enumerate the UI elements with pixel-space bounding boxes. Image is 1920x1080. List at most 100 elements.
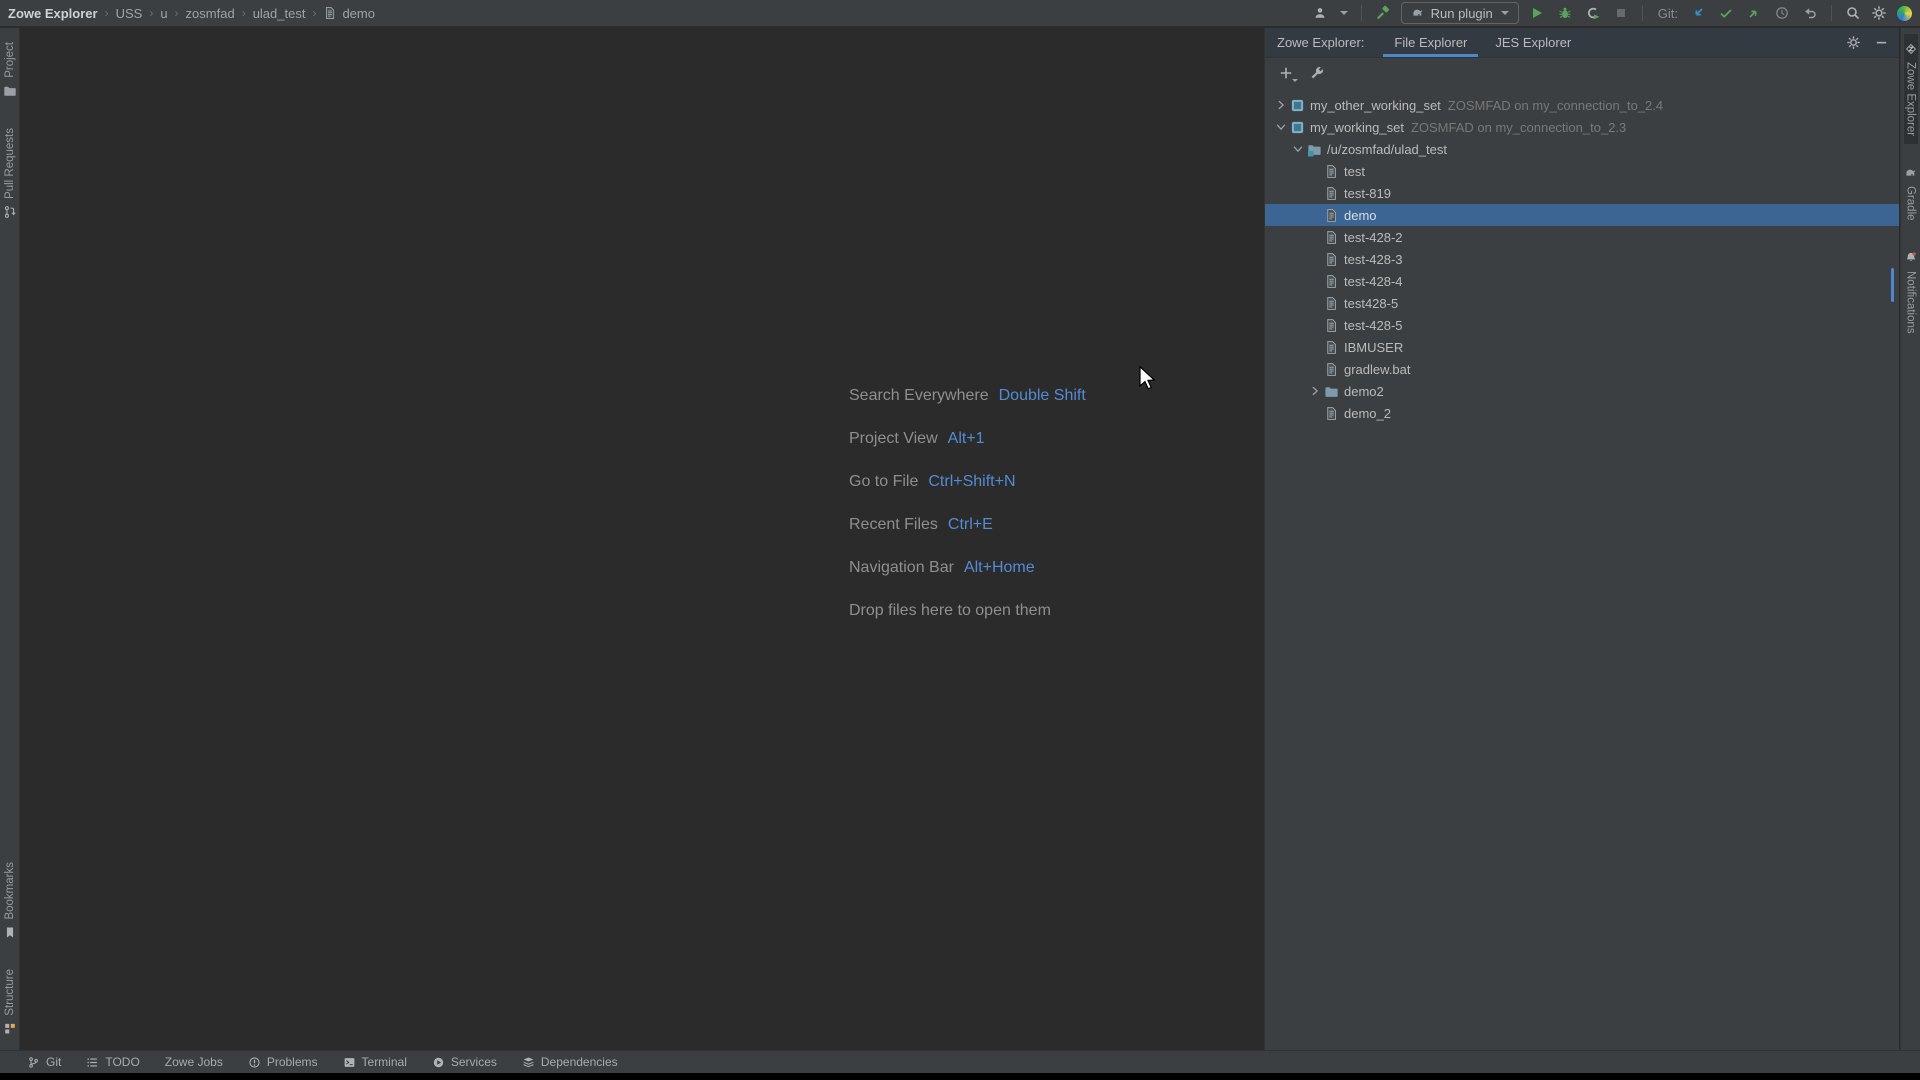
tool-window-button-zowe-explorer[interactable]: Zowe Explorer xyxy=(1904,34,1918,144)
tree-item-label: IBMUSER xyxy=(1344,340,1403,355)
add-button[interactable] xyxy=(1278,65,1294,81)
git-branch-icon xyxy=(27,1056,40,1069)
chevron-spacer xyxy=(1307,339,1323,355)
breadcrumb-item[interactable]: demo xyxy=(342,6,375,21)
status-bar-item-dependencies[interactable]: Dependencies xyxy=(522,1055,618,1069)
tool-window-button-structure[interactable]: Structure xyxy=(3,961,17,1044)
debug-icon[interactable] xyxy=(1557,5,1573,21)
panel-hide-icon[interactable] xyxy=(1874,35,1889,50)
tree-item-test[interactable]: test xyxy=(1265,160,1899,182)
git-icon-group xyxy=(1690,5,1818,21)
tree-item-label: test-428-5 xyxy=(1344,318,1403,333)
problems-icon xyxy=(248,1056,261,1069)
chevron-down-icon[interactable] xyxy=(1273,119,1289,135)
breadcrumb-item[interactable]: USS xyxy=(116,6,143,21)
user-dropdown-caret[interactable] xyxy=(1340,11,1348,15)
tree-item-label: test-428-3 xyxy=(1344,252,1403,267)
tool-window-label: Zowe Explorer xyxy=(1905,62,1917,136)
tree-item-test428-5[interactable]: test428-5 xyxy=(1265,292,1899,314)
build-hammer-icon[interactable] xyxy=(1375,5,1391,21)
chevron-down-icon[interactable] xyxy=(1290,141,1306,157)
tree-item-test-428-5[interactable]: test-428-5 xyxy=(1265,314,1899,336)
tree-item-label: demo xyxy=(1344,208,1377,223)
run-with-coverage-icon[interactable] xyxy=(1585,5,1601,21)
tree-item-label: test-428-2 xyxy=(1344,230,1403,245)
toolbar-divider xyxy=(1831,5,1832,21)
status-item-label: Dependencies xyxy=(541,1055,618,1069)
history-icon[interactable] xyxy=(1774,5,1790,21)
tree-item-my_other_working_set[interactable]: my_other_working_setZOSMFAD on my_connec… xyxy=(1265,94,1899,116)
chevron-right-icon[interactable] xyxy=(1307,383,1323,399)
rollback-icon[interactable] xyxy=(1802,5,1818,21)
tree-item-test-428-4[interactable]: test-428-4 xyxy=(1265,270,1899,292)
chevron-down-icon xyxy=(1501,11,1509,15)
status-bar-item-services[interactable]: Services xyxy=(432,1055,497,1069)
tree-item-label: demo_2 xyxy=(1344,406,1391,421)
run-configuration-label: Run plugin xyxy=(1431,6,1493,21)
tree-item-test-428-3[interactable]: test-428-3 xyxy=(1265,248,1899,270)
file-icon xyxy=(1323,251,1339,267)
tree-item-IBMUSER[interactable]: IBMUSER xyxy=(1265,336,1899,358)
breadcrumb-separator: › xyxy=(242,6,246,20)
tree-item-demo2[interactable]: demo2 xyxy=(1265,380,1899,402)
breadcrumb-item[interactable]: zosmfad xyxy=(186,6,235,21)
search-icon[interactable] xyxy=(1845,5,1861,21)
pull-request-icon xyxy=(3,205,17,219)
file-icon xyxy=(1323,361,1339,377)
tree-item--u-zosmfad-ulad_test[interactable]: /u/zosmfad/ulad_test xyxy=(1265,138,1899,160)
tree-item-test-428-2[interactable]: test-428-2 xyxy=(1265,226,1899,248)
tree-item-my_working_set[interactable]: my_working_setZOSMFAD on my_connection_t… xyxy=(1265,116,1899,138)
settings-gear-icon[interactable] xyxy=(1871,5,1887,21)
folder-root-icon xyxy=(1306,141,1322,157)
tool-window-button-pull-requests[interactable]: Pull Requests xyxy=(3,120,17,227)
gradle-elephant-icon xyxy=(1904,166,1918,180)
tree-item-gradlew-bat[interactable]: gradlew.bat xyxy=(1265,358,1899,380)
breadcrumb-item[interactable]: Zowe Explorer xyxy=(8,6,98,21)
tree-item-demo[interactable]: demo xyxy=(1265,204,1899,226)
update-project-icon[interactable] xyxy=(1690,5,1706,21)
shortcut-hint: Project ViewAlt+1 xyxy=(849,417,1086,460)
chevron-spacer xyxy=(1307,185,1323,201)
tab-jes-explorer[interactable]: JES Explorer xyxy=(1481,28,1585,57)
status-bar-item-terminal[interactable]: Terminal xyxy=(343,1055,407,1069)
chevron-spacer xyxy=(1307,273,1323,289)
zowe-icon xyxy=(1904,42,1918,56)
commit-icon[interactable] xyxy=(1718,5,1734,21)
status-item-label: Git xyxy=(46,1055,61,1069)
tab-file-explorer[interactable]: File Explorer xyxy=(1380,28,1481,57)
tool-window-button-notifications[interactable]: Notifications xyxy=(1904,243,1918,342)
status-bar-item-zowe-jobs[interactable]: Zowe Jobs xyxy=(165,1055,223,1069)
status-bar-item-problems[interactable]: Problems xyxy=(248,1055,318,1069)
breadcrumb-separator: › xyxy=(149,6,153,20)
ide-logo-icon[interactable] xyxy=(1897,6,1912,21)
stop-icon[interactable] xyxy=(1613,5,1629,21)
hint-label: Project View xyxy=(849,430,938,448)
wrench-icon[interactable] xyxy=(1309,65,1325,81)
keyboard-shortcut-hints: Search EverywhereDouble ShiftProject Vie… xyxy=(849,374,1086,632)
tool-window-button-bookmarks[interactable]: Bookmarks xyxy=(3,854,17,948)
status-bar-item-git[interactable]: Git xyxy=(27,1055,61,1069)
tool-window-button-project[interactable]: Project xyxy=(3,34,17,106)
panel-header: Zowe Explorer: File ExplorerJES Explorer xyxy=(1265,28,1899,58)
tool-window-label: Bookmarks xyxy=(4,862,16,920)
panel-settings-gear-icon[interactable] xyxy=(1846,35,1861,50)
tool-window-button-gradle[interactable]: Gradle xyxy=(1904,158,1918,229)
breadcrumb-separator: › xyxy=(105,6,109,20)
hint-shortcut: Double Shift xyxy=(999,387,1086,405)
chevron-spacer xyxy=(1307,251,1323,267)
working-set-icon xyxy=(1289,97,1305,113)
breadcrumb-item[interactable]: ulad_test xyxy=(253,6,306,21)
file-icon xyxy=(1323,207,1339,223)
tree-item-demo_2[interactable]: demo_2 xyxy=(1265,402,1899,424)
status-bar-item-todo[interactable]: TODO xyxy=(86,1055,139,1069)
chevron-spacer xyxy=(1307,317,1323,333)
drop-hint: Drop files here to open them xyxy=(849,589,1086,632)
chevron-right-icon[interactable] xyxy=(1273,97,1289,113)
run-icon[interactable] xyxy=(1529,5,1545,21)
panel-header-actions xyxy=(1846,35,1889,50)
tree-item-test-819[interactable]: test-819 xyxy=(1265,182,1899,204)
push-icon[interactable] xyxy=(1746,5,1762,21)
breadcrumb-item[interactable]: u xyxy=(160,6,167,21)
user-icon[interactable] xyxy=(1312,5,1328,21)
run-configuration-select[interactable]: Run plugin xyxy=(1401,2,1519,24)
